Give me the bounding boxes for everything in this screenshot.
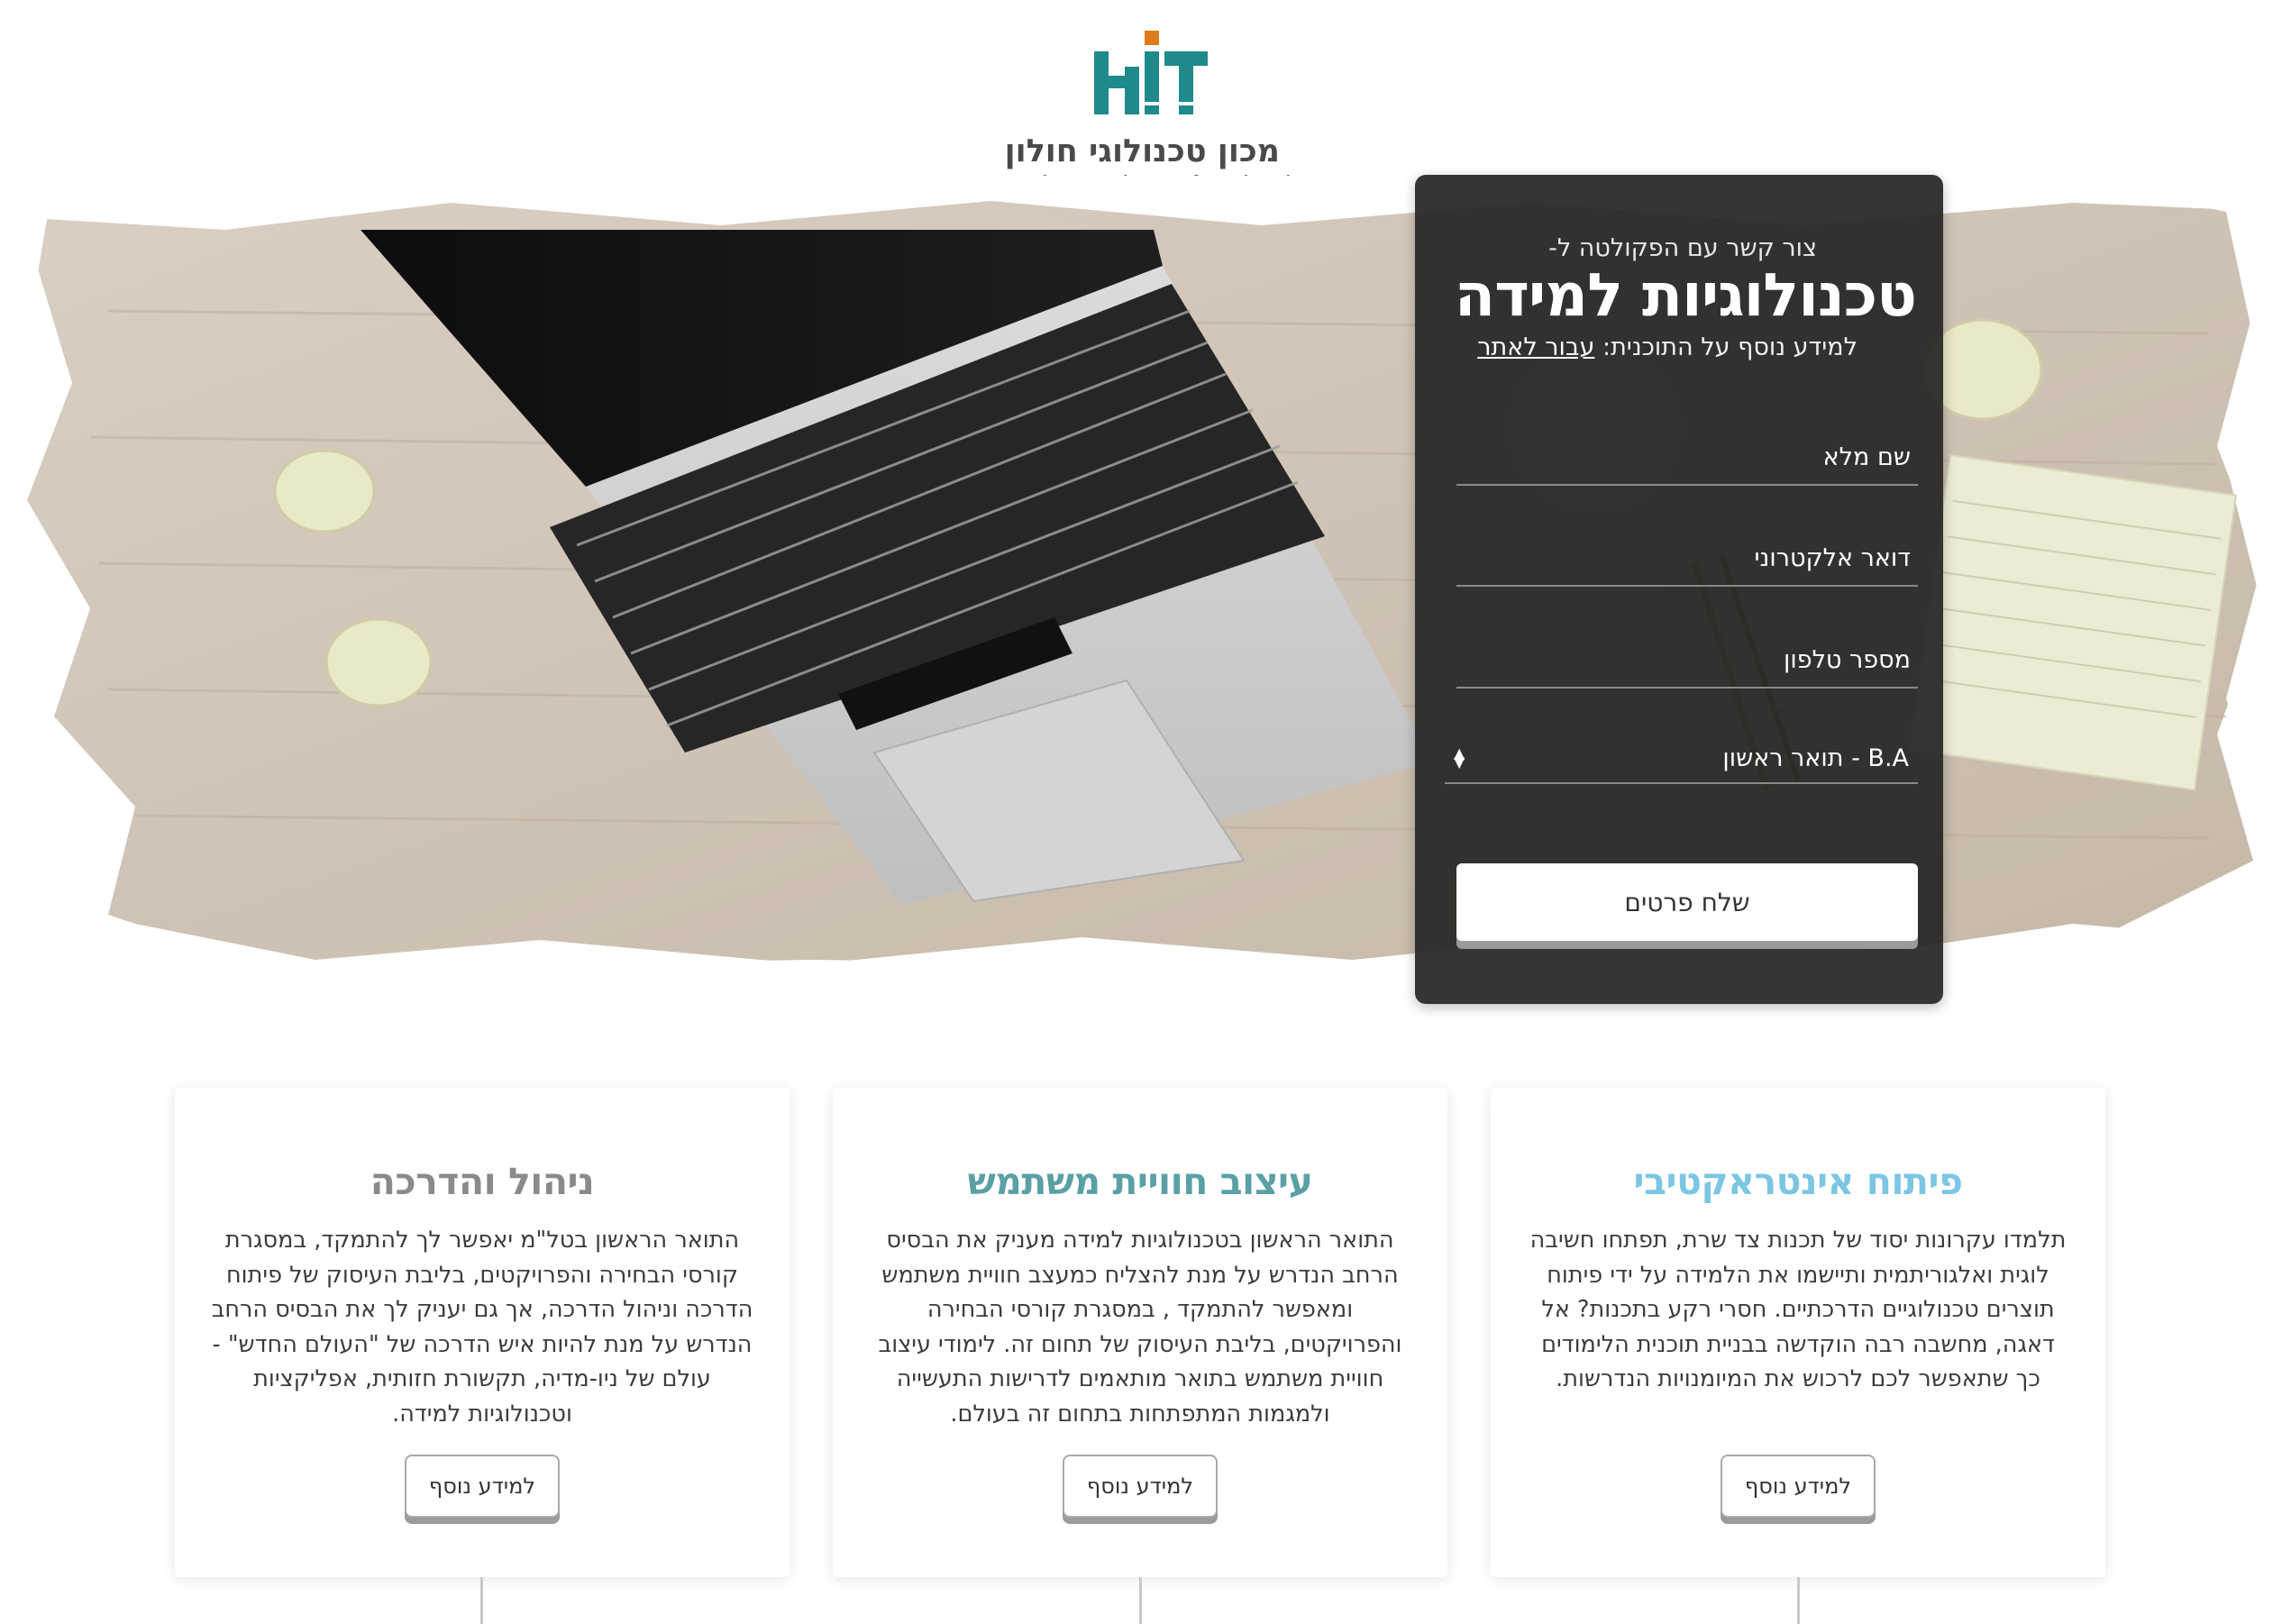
more-info-button[interactable]: למידע נוסף xyxy=(405,1455,560,1518)
more-info-button[interactable]: למידע נוסף xyxy=(1721,1455,1876,1518)
form-more-info-label: למידע נוסף על התוכנית: xyxy=(1602,333,1858,361)
go-to-site-link[interactable]: עבור לאתר xyxy=(1477,333,1594,361)
card-title: פיתוח אינטראקטיבי xyxy=(1633,1160,1963,1203)
form-kicker: צור קשר עם הפקולטה ל- xyxy=(1548,234,1817,262)
phone-input[interactable] xyxy=(1442,633,1918,687)
card-title: ניהול והדרכה xyxy=(370,1160,595,1203)
card-description: התואר הראשון בטכנולוגיות למידה מעניק את … xyxy=(878,1227,1402,1428)
form-title: טכנולוגיות למידה xyxy=(1454,260,1917,330)
select-updown-icon: ▲ ▼ xyxy=(1454,744,1465,771)
card-connector-line xyxy=(1797,1577,1800,1624)
form-more-info: למידע נוסף על התוכנית: עבור לאתר xyxy=(1477,333,1858,361)
submit-details-button[interactable]: שלח פרטים xyxy=(1456,863,1918,941)
card-connector-line xyxy=(1139,1577,1142,1624)
hit-logo-mark-icon xyxy=(1094,31,1208,114)
card-description: התואר הראשון בטל"מ יאפשר לך להתמקד, במסג… xyxy=(211,1227,753,1428)
card-ux-design: עיצוב חוויית משתמש התואר הראשון בטכנולוג… xyxy=(833,1088,1447,1577)
logo-hebrew-text: מכון טכנולוגי חולון xyxy=(1004,133,1280,169)
phone-field-wrapper xyxy=(1442,633,1918,689)
card-management-training: ניהול והדרכה התואר הראשון בטל"מ יאפשר לך… xyxy=(175,1088,790,1577)
full-name-field-wrapper xyxy=(1442,430,1918,486)
email-field-wrapper xyxy=(1442,531,1918,587)
email-input[interactable] xyxy=(1442,531,1918,585)
card-connector-line xyxy=(480,1577,483,1624)
full-name-input[interactable] xyxy=(1442,430,1918,484)
more-info-button[interactable]: למידע נוסף xyxy=(1063,1455,1218,1518)
contact-form-panel: צור קשר עם הפקולטה ל- טכנולוגיות למידה ל… xyxy=(1415,175,1943,1004)
card-title: עיצוב חוויית משתמש xyxy=(967,1160,1313,1203)
card-interactive-development: פיתוח אינטראקטיבי תלמדו עקרונות יסוד של … xyxy=(1491,1088,2105,1577)
card-description: תלמדו עקרונות יסוד של תכנות צד שרת, תפתח… xyxy=(1529,1227,2067,1392)
degree-select-value: B.A - תואר ראשון xyxy=(1722,744,1909,772)
degree-select[interactable]: B.A - תואר ראשון ▲ ▼ xyxy=(1445,734,1918,784)
hit-logo[interactable]: מכון טכנולוגי חולון Holon Institute of T… xyxy=(1004,20,1332,200)
